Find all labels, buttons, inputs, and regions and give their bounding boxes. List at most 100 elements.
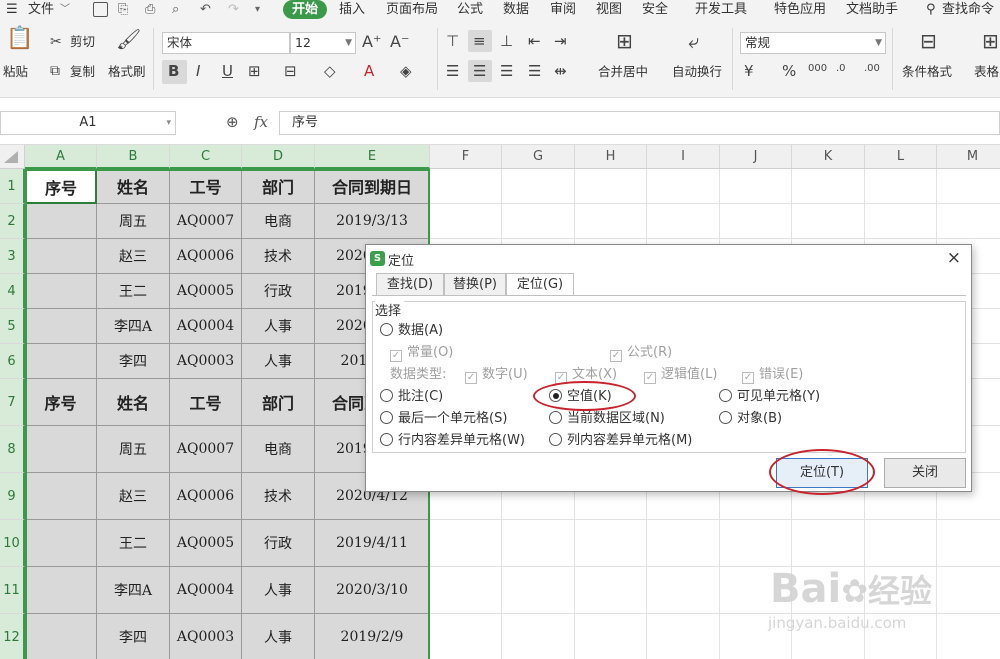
column-header[interactable]: J xyxy=(720,145,792,169)
column-header[interactable]: F xyxy=(430,145,502,169)
empty-cell[interactable] xyxy=(502,520,575,567)
tab-replace[interactable]: 替换(P) xyxy=(444,273,506,295)
search-commands[interactable]: 查找命令 xyxy=(942,1,994,18)
tab-goto[interactable]: 定位(G) xyxy=(506,273,574,296)
quick-access-dropdown-icon[interactable]: ▾ xyxy=(255,1,260,18)
radio-column-differences[interactable]: 列内容差异单元格(M) xyxy=(549,433,692,449)
column-header[interactable]: B xyxy=(97,145,170,169)
column-header[interactable]: D xyxy=(242,145,315,169)
empty-cell[interactable] xyxy=(430,567,502,614)
table-cell[interactable]: AQ0003 xyxy=(170,614,242,659)
table-cell[interactable]: AQ0006 xyxy=(170,473,242,520)
row-header[interactable]: 1 xyxy=(0,169,25,204)
empty-cell[interactable] xyxy=(647,567,720,614)
chevron-down-icon[interactable]: ﹀ xyxy=(60,1,70,18)
empty-cell[interactable] xyxy=(720,204,792,239)
empty-cell[interactable] xyxy=(647,614,720,659)
table-cell[interactable]: 人事 xyxy=(242,309,315,344)
row-header[interactable]: 4 xyxy=(0,274,25,309)
save-icon[interactable] xyxy=(93,2,108,17)
row-header[interactable]: 11 xyxy=(0,567,25,614)
decrease-font-icon[interactable]: A⁻ xyxy=(390,33,409,51)
column-header[interactable]: I xyxy=(647,145,720,169)
radio-last-cell[interactable]: 最后一个单元格(S) xyxy=(380,411,507,427)
bold-button[interactable]: B xyxy=(168,62,179,80)
table-cell[interactable] xyxy=(25,309,97,344)
table-cell[interactable]: AQ0007 xyxy=(170,426,242,473)
radio-data[interactable]: 数据(A) xyxy=(380,323,443,339)
align-top-icon[interactable]: ⊤ xyxy=(446,32,459,50)
table-cell[interactable]: 序号 xyxy=(25,379,97,426)
table-cell[interactable]: 2020/3/10 xyxy=(315,567,430,614)
tab-formulas[interactable]: 公式 xyxy=(457,1,483,18)
formula-input[interactable]: 序号 xyxy=(279,111,1000,135)
check-error[interactable]: ✓ 错误(E) xyxy=(742,367,803,384)
merge-center-button[interactable]: 合并居中 xyxy=(598,64,648,80)
empty-cell[interactable] xyxy=(792,520,865,567)
currency-icon[interactable]: ¥ xyxy=(744,62,754,80)
empty-cell[interactable] xyxy=(792,169,865,204)
border-icon[interactable]: ⊞ xyxy=(248,62,261,80)
increase-decimal-icon[interactable]: .0 xyxy=(836,60,846,78)
goto-button[interactable]: 定位(T) xyxy=(776,458,868,488)
table-cell[interactable]: 部门 xyxy=(242,379,315,426)
table-cell[interactable]: 电商 xyxy=(242,426,315,473)
font-color-icon[interactable]: A xyxy=(364,62,374,80)
empty-cell[interactable] xyxy=(575,567,647,614)
column-header[interactable]: G xyxy=(502,145,575,169)
select-all-corner[interactable] xyxy=(0,145,25,169)
radio-visible-cells[interactable]: 可见单元格(Y) xyxy=(719,389,820,405)
empty-cell[interactable] xyxy=(937,614,1000,659)
active-cell[interactable]: 序号 xyxy=(25,169,97,204)
tab-review[interactable]: 审阅 xyxy=(550,1,576,18)
align-right-icon[interactable]: ☰ xyxy=(500,62,513,80)
distribute-icon[interactable]: ⇹ xyxy=(554,62,567,80)
tab-special-apps[interactable]: 特色应用 xyxy=(774,1,826,18)
column-header[interactable]: C xyxy=(170,145,242,169)
clear-format-icon[interactable]: ◈ xyxy=(400,62,412,80)
empty-cell[interactable] xyxy=(502,169,575,204)
radio-objects[interactable]: 对象(B) xyxy=(719,411,782,427)
table-cell[interactable]: AQ0003 xyxy=(170,344,242,379)
table-cell[interactable]: AQ0007 xyxy=(170,204,242,239)
table-cell[interactable]: 行政 xyxy=(242,520,315,567)
table-cell[interactable]: 李四A xyxy=(97,567,170,614)
row-header[interactable]: 9 xyxy=(0,473,25,520)
export-icon[interactable]: ⎘ xyxy=(118,1,128,18)
empty-cell[interactable] xyxy=(502,204,575,239)
radio-blanks[interactable]: 空值(K) xyxy=(549,389,612,405)
print-preview-icon[interactable]: ⌕ xyxy=(172,1,179,18)
zoom-search-icon[interactable]: ⊕ xyxy=(226,113,239,131)
brush-icon[interactable]: 🖌 xyxy=(116,29,141,49)
empty-cell[interactable] xyxy=(647,520,720,567)
empty-cell[interactable] xyxy=(430,614,502,659)
row-header[interactable]: 7 xyxy=(0,379,25,426)
row-header[interactable]: 10 xyxy=(0,520,25,567)
undo-icon[interactable]: ↶ xyxy=(200,1,211,18)
empty-cell[interactable] xyxy=(865,204,937,239)
copy-button[interactable]: 复制 xyxy=(70,64,95,80)
row-header[interactable]: 2 xyxy=(0,204,25,239)
fill-color-icon[interactable]: ◇ xyxy=(324,62,336,80)
empty-cell[interactable] xyxy=(575,204,647,239)
redo-icon[interactable]: ↷ xyxy=(228,1,239,18)
table-style-button[interactable]: 表格 xyxy=(974,64,999,80)
conditional-format-icon[interactable]: ⊟ xyxy=(920,31,937,51)
column-header[interactable]: M xyxy=(937,145,1000,169)
row-header[interactable]: 6 xyxy=(0,344,25,379)
merge-icon[interactable]: ⊞ xyxy=(616,31,633,51)
table-cell[interactable]: 周五 xyxy=(97,426,170,473)
check-number[interactable]: ✓ 数字(U) xyxy=(465,367,528,384)
table-cell[interactable]: 李四A xyxy=(97,309,170,344)
empty-cell[interactable] xyxy=(720,169,792,204)
row-header[interactable]: 5 xyxy=(0,309,25,344)
table-style-icon[interactable]: ⊞ xyxy=(982,31,999,51)
table-cell[interactable]: 工号 xyxy=(170,169,242,204)
table-cell[interactable]: AQ0004 xyxy=(170,567,242,614)
empty-cell[interactable] xyxy=(865,520,937,567)
column-header[interactable]: K xyxy=(792,145,865,169)
empty-cell[interactable] xyxy=(937,567,1000,614)
table-cell[interactable] xyxy=(25,204,97,239)
table-cell[interactable] xyxy=(25,520,97,567)
radio-comments[interactable]: 批注(C) xyxy=(380,389,443,405)
